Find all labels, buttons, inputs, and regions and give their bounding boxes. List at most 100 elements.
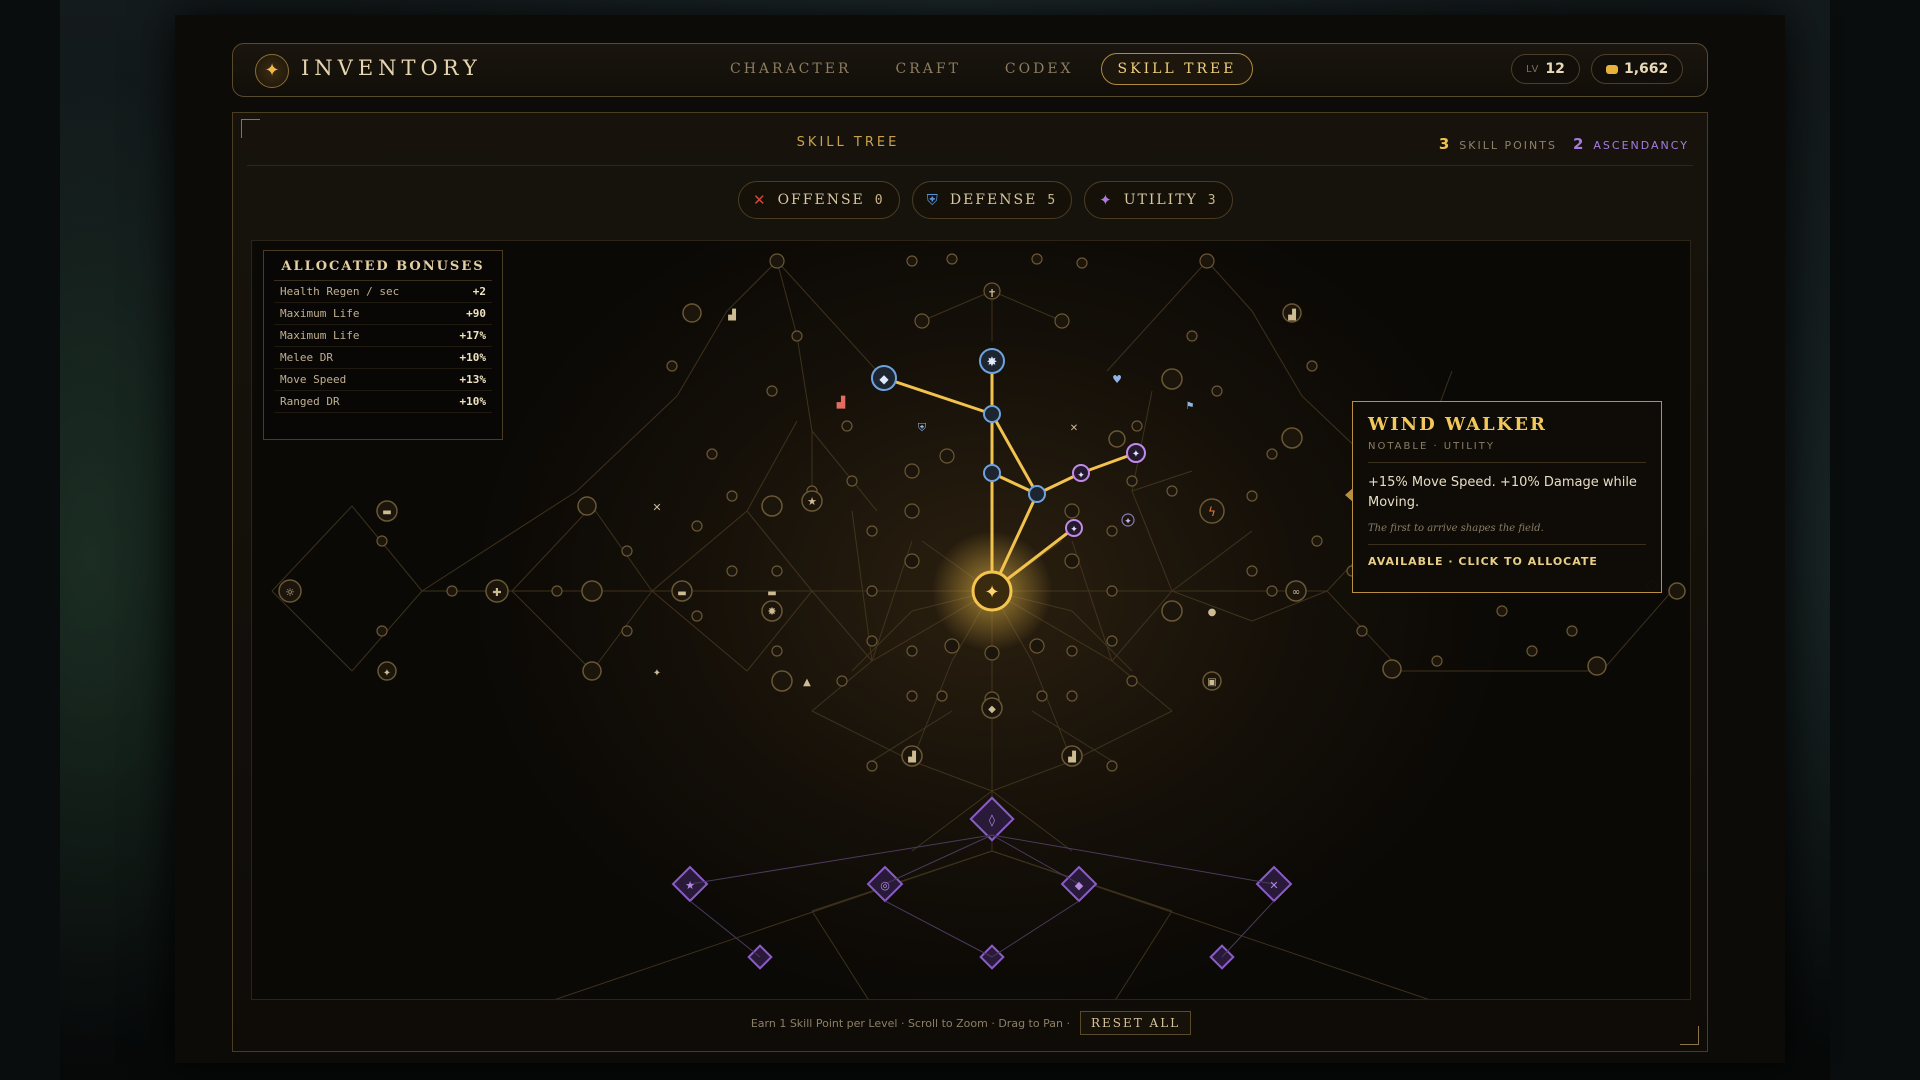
svg-text:◆: ◆: [1075, 879, 1084, 892]
filter-label: DEFENSE: [949, 192, 1038, 208]
bonus-row: Health Regen / sec +2: [274, 281, 492, 303]
divider: [247, 165, 1693, 166]
svg-text:★: ★: [685, 879, 695, 892]
background-tower-left: [0, 0, 60, 1080]
svg-text:▟: ▟: [907, 750, 916, 763]
filter-count: 0: [874, 192, 885, 208]
svg-text:▣: ▣: [1207, 677, 1216, 688]
app-title: INVENTORY: [301, 56, 482, 80]
svg-text:▬: ▬: [677, 588, 686, 599]
svg-text:◆: ◆: [879, 372, 889, 386]
tab-character[interactable]: CHARACTER: [713, 53, 869, 85]
background-tower-right: [1830, 0, 1920, 1080]
svg-text:▟: ▟: [1287, 308, 1296, 321]
compass-star-icon: ✦: [255, 54, 289, 88]
bonus-row: Maximum Life +17%: [274, 325, 492, 347]
svg-text:✦: ✦: [1077, 471, 1085, 481]
filter-label: UTILITY: [1123, 192, 1198, 208]
top-bar: ✦ INVENTORY CHARACTER CRAFT CODEX SKILL …: [232, 43, 1708, 97]
filter-count: 3: [1207, 192, 1218, 208]
svg-text:▬: ▬: [767, 588, 776, 599]
svg-text:✦: ✦: [383, 668, 391, 679]
points-summary: 3 SKILL POINTS 2 ASCENDANCY: [1439, 135, 1689, 153]
ascendancy-nodes[interactable]: [671, 796, 1293, 970]
bonus-value: +10%: [459, 395, 487, 408]
svg-text:⛨: ⛨: [918, 421, 927, 434]
svg-text:▟: ▟: [836, 395, 846, 409]
bonus-name: Move Speed: [280, 373, 347, 386]
svg-text:♥: ♥: [1112, 373, 1122, 386]
svg-text:●: ●: [1208, 607, 1217, 618]
divider: [1368, 462, 1646, 463]
filter-defense[interactable]: ⛨ DEFENSE 5: [911, 181, 1073, 219]
tab-skill-tree[interactable]: SKILL TREE: [1100, 53, 1254, 85]
filter-count: 5: [1047, 192, 1058, 208]
crossed-swords-icon: ✕: [753, 191, 768, 209]
level-value: 12: [1545, 61, 1565, 77]
svg-text:✕: ✕: [1070, 423, 1078, 434]
svg-text:✦: ✦: [1124, 517, 1132, 527]
allocate-action[interactable]: AVAILABLE · CLICK TO ALLOCATE: [1368, 555, 1646, 568]
svg-text:★: ★: [807, 495, 817, 508]
level-label: LV: [1526, 63, 1540, 75]
filter-offense[interactable]: ✕ OFFENSE 0: [738, 181, 900, 219]
svg-text:ϟ: ϟ: [1208, 505, 1216, 519]
svg-text:✕: ✕: [652, 501, 661, 514]
ascendancy-connections: [689, 834, 1275, 958]
svg-text:✦: ✦: [1070, 525, 1078, 535]
tab-codex[interactable]: CODEX: [988, 53, 1091, 85]
svg-text:▲: ▲: [803, 677, 811, 688]
footer: Earn 1 Skill Point per Level · Scroll to…: [233, 1011, 1709, 1035]
shield-icon: ⛨: [926, 191, 940, 209]
svg-text:◊: ◊: [989, 813, 995, 827]
tooltip-flavor: The first to arrive shapes the field.: [1368, 523, 1544, 534]
allocated-bonuses-panel: ALLOCATED BONUSES Health Regen / sec +2 M…: [263, 250, 503, 440]
level-badge: LV 12: [1511, 54, 1580, 84]
filter-utility[interactable]: ✦ UTILITY 3: [1084, 181, 1233, 219]
tooltip-title: WIND WALKER: [1368, 414, 1547, 435]
bonus-value: +13%: [459, 373, 487, 386]
svg-text:✝: ✝: [987, 287, 996, 300]
start-node-star-icon: ✦: [984, 582, 999, 603]
gold-counter: 1,662: [1591, 54, 1684, 84]
svg-text:✦: ✦: [653, 668, 661, 679]
bonus-name: Health Regen / sec: [280, 285, 400, 298]
svg-text:✕: ✕: [1269, 879, 1278, 892]
sparkle-icon: ✦: [1099, 191, 1114, 209]
svg-text:☼: ☼: [285, 586, 295, 599]
tab-craft[interactable]: CRAFT: [879, 53, 978, 85]
divider: [1368, 544, 1646, 545]
bonus-name: Maximum Life: [280, 329, 360, 342]
svg-text:▬: ▬: [382, 507, 391, 518]
svg-text:✚: ✚: [492, 586, 501, 599]
bonus-value: +17%: [459, 329, 487, 342]
bonus-name: Ranged DR: [280, 395, 340, 408]
bonus-row: Maximum Life +90: [274, 303, 492, 325]
reset-all-button[interactable]: RESET ALL: [1079, 1011, 1192, 1035]
main-tabs: CHARACTER CRAFT CODEX SKILL TREE: [713, 53, 1254, 85]
filter-label: OFFENSE: [777, 192, 865, 208]
skill-points-label: SKILL POINTS: [1459, 139, 1557, 152]
bonus-row: Ranged DR +10%: [274, 391, 492, 413]
bonus-row: Melee DR +10%: [274, 347, 492, 369]
bonus-value: +90: [466, 307, 486, 320]
footer-hint: Earn 1 Skill Point per Level · Scroll to…: [750, 1016, 1070, 1030]
bonuses-title: ALLOCATED BONUSES: [274, 251, 492, 281]
allocated-defense-nodes[interactable]: [871, 348, 1046, 503]
bonus-value: +2: [472, 285, 486, 298]
gold-value: 1,662: [1624, 61, 1669, 77]
bonus-name: Melee DR: [280, 351, 333, 364]
svg-text:✸: ✸: [767, 605, 776, 618]
gold-coin-icon: [1606, 64, 1618, 74]
panel-title: SKILL TREE: [796, 135, 900, 150]
bonus-value: +10%: [459, 351, 487, 364]
skill-points-value: 3: [1438, 135, 1452, 153]
category-filters: ✕ OFFENSE 0 ⛨ DEFENSE 5 ✦ UTILITY 3: [738, 181, 1233, 219]
tooltip-arrow: [1345, 488, 1353, 502]
ascendancy-value: 2: [1572, 135, 1586, 153]
svg-text:✦: ✦: [1132, 449, 1140, 460]
bonus-name: Maximum Life: [280, 307, 360, 320]
svg-text:⚑: ⚑: [1186, 401, 1195, 412]
svg-text:∞: ∞: [1292, 587, 1300, 598]
node-tooltip: WIND WALKER NOTABLE · UTILITY +15% Move …: [1345, 401, 1662, 593]
